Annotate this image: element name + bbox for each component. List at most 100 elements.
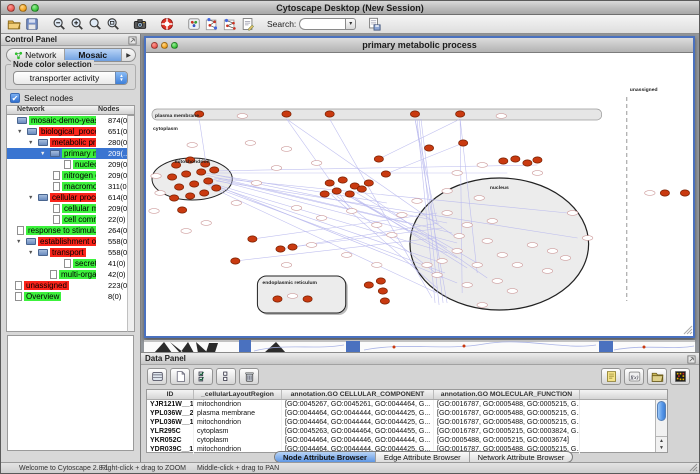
network-node[interactable] [276, 246, 285, 252]
network-label-node[interactable] [547, 249, 557, 254]
tree-header-network[interactable]: Network [7, 106, 98, 114]
network-node[interactable] [167, 174, 176, 180]
unselect-attributes-button[interactable] [216, 368, 236, 385]
network-label-node[interactable] [231, 201, 241, 206]
window-titlebar[interactable]: Cytoscape Desktop (New Session) [1, 1, 699, 15]
network-label-node[interactable] [492, 279, 502, 284]
save-button[interactable] [23, 16, 41, 33]
search-input[interactable] [299, 18, 345, 30]
zoom-in-button[interactable] [68, 16, 86, 33]
network-node[interactable] [325, 180, 334, 186]
table-cell[interactable]: [GO:0016787, GO:0005215, GO:0003824, G..… [434, 427, 580, 436]
network-label-node[interactable] [462, 223, 472, 228]
network-node[interactable] [338, 177, 347, 183]
resize-grip-icon[interactable] [689, 463, 698, 472]
network-node[interactable] [680, 190, 689, 196]
table-cell[interactable]: mitochondrion [194, 400, 282, 409]
frame-close-button[interactable] [151, 42, 158, 49]
network-node[interactable] [459, 140, 468, 146]
frame-zoom-button[interactable] [171, 42, 178, 49]
scrollbar-thumb[interactable] [657, 401, 666, 421]
network-canvas[interactable]: plasma membranecytoplasmmitochondrionnuc… [146, 53, 693, 336]
network-label-node[interactable] [582, 236, 592, 241]
network-label-node[interactable] [237, 114, 247, 119]
table-cell[interactable]: cytoplasm [194, 436, 282, 445]
network-label-node[interactable] [271, 166, 281, 171]
scrollbar-buttons[interactable]: ▲▼ [656, 436, 667, 452]
network-label-node[interactable] [496, 114, 506, 119]
tab-node-attribute-browser[interactable]: Node Attribute Browser [275, 452, 375, 462]
network-label-node[interactable] [287, 294, 297, 299]
tree-item-biological-process[interactable]: ▼biological_process651(0) [7, 126, 134, 137]
network-node[interactable] [197, 169, 206, 175]
network-node[interactable] [345, 191, 354, 197]
tab-overflow-arrow-icon[interactable]: ▶ [122, 49, 135, 61]
import-file-button[interactable] [647, 368, 667, 385]
network-node[interactable] [499, 158, 508, 164]
network-label-node[interactable] [497, 253, 507, 258]
network-node[interactable] [186, 193, 195, 199]
table-cell[interactable]: [GO:0044464, GO:0044444, GO:0044425, G..… [282, 409, 434, 418]
network-label-node[interactable] [397, 213, 407, 218]
network-node[interactable] [175, 184, 184, 190]
network-node[interactable] [660, 190, 669, 196]
network-tree-header[interactable]: Network Nodes [6, 105, 135, 115]
network-node[interactable] [332, 188, 341, 194]
network-label-node[interactable] [567, 211, 577, 216]
network-label-node[interactable] [347, 209, 357, 214]
table-cell[interactable]: [GO:0016787, GO:0005488, GO:0005215, G..… [434, 409, 580, 418]
network-label-node[interactable] [472, 263, 482, 268]
table-cell[interactable]: YPL036W__1 [147, 418, 194, 427]
network-view-frame[interactable]: primary metabolic process plasma membran… [144, 36, 695, 338]
float-panel-icon[interactable] [687, 355, 696, 364]
network-label-node[interactable] [311, 161, 321, 166]
table-cell[interactable]: YKR052C [147, 436, 194, 445]
table-cell[interactable]: mitochondrion [194, 445, 282, 454]
network-node[interactable] [523, 160, 532, 166]
tree-item-nucleobase-[interactable]: nucleobase-209(0) [7, 159, 134, 170]
network-node[interactable] [190, 181, 199, 187]
frame-minimize-button[interactable] [161, 42, 168, 49]
tree-item-response-to-stimulu[interactable]: response to stimulu264(0) [7, 225, 134, 236]
network-label-node[interactable] [201, 221, 211, 226]
table-row[interactable]: YKR052Ccytoplasm[GO:0044464, GO:0044446,… [147, 436, 667, 445]
attribute-table-button[interactable] [147, 368, 167, 385]
tree-item-cellular-metabo[interactable]: cellular metabo209(0) [7, 203, 134, 214]
table-row[interactable]: YPL036W__2plasma membrane[GO:0044464, GO… [147, 409, 667, 418]
close-button[interactable] [7, 4, 15, 12]
network-label-node[interactable] [482, 239, 492, 244]
network-label-node[interactable] [477, 163, 487, 168]
network-label-node[interactable] [245, 141, 255, 146]
network-label-node[interactable] [527, 243, 537, 248]
tree-item-primary-metabo[interactable]: ▼primary metabo209(... [7, 148, 134, 159]
float-panel-icon[interactable] [128, 36, 137, 45]
tree-item-overview[interactable]: Overview8(0) [7, 291, 134, 302]
network-label-node[interactable] [452, 249, 462, 254]
select-attributes-button[interactable] [193, 368, 213, 385]
table-scrollbar[interactable]: ▲▼ [655, 400, 667, 452]
annotation-button[interactable] [239, 16, 257, 33]
table-cell[interactable]: YPL036W__2 [147, 409, 194, 418]
column-header[interactable]: _cellularLayoutRegion [194, 390, 282, 399]
formula-button[interactable]: f(x) [624, 368, 644, 385]
network-label-node[interactable] [542, 269, 552, 274]
tree-item-cell-communicat[interactable]: cell communicat22(0) [7, 214, 134, 225]
table-cell[interactable]: cytoplasm [194, 427, 282, 436]
network-label-node[interactable] [454, 234, 464, 239]
table-cell[interactable]: YLR295C [147, 427, 194, 436]
network-label-node[interactable] [149, 209, 159, 214]
network-node[interactable] [376, 278, 385, 284]
table-row[interactable]: YLR295Ccytoplasm[GO:0045263, GO:0044464,… [147, 427, 667, 436]
network-label-node[interactable] [432, 273, 442, 278]
birdseye-view-panel[interactable] [7, 335, 134, 451]
column-header[interactable]: annotation.GO MOLECULAR_FUNCTION [434, 390, 580, 399]
help-button[interactable] [158, 16, 176, 33]
snapshot-button[interactable] [131, 16, 149, 33]
network-node[interactable] [273, 296, 282, 302]
network-node[interactable] [282, 111, 291, 117]
network-node[interactable] [288, 244, 297, 250]
network-node[interactable] [210, 167, 219, 173]
network-label-node[interactable] [507, 289, 517, 294]
table-cell[interactable]: [GO:0044464, GO:0044444, GO:0044425, G..… [282, 418, 434, 427]
search-dropdown-arrow-icon[interactable]: ▾ [345, 18, 356, 30]
